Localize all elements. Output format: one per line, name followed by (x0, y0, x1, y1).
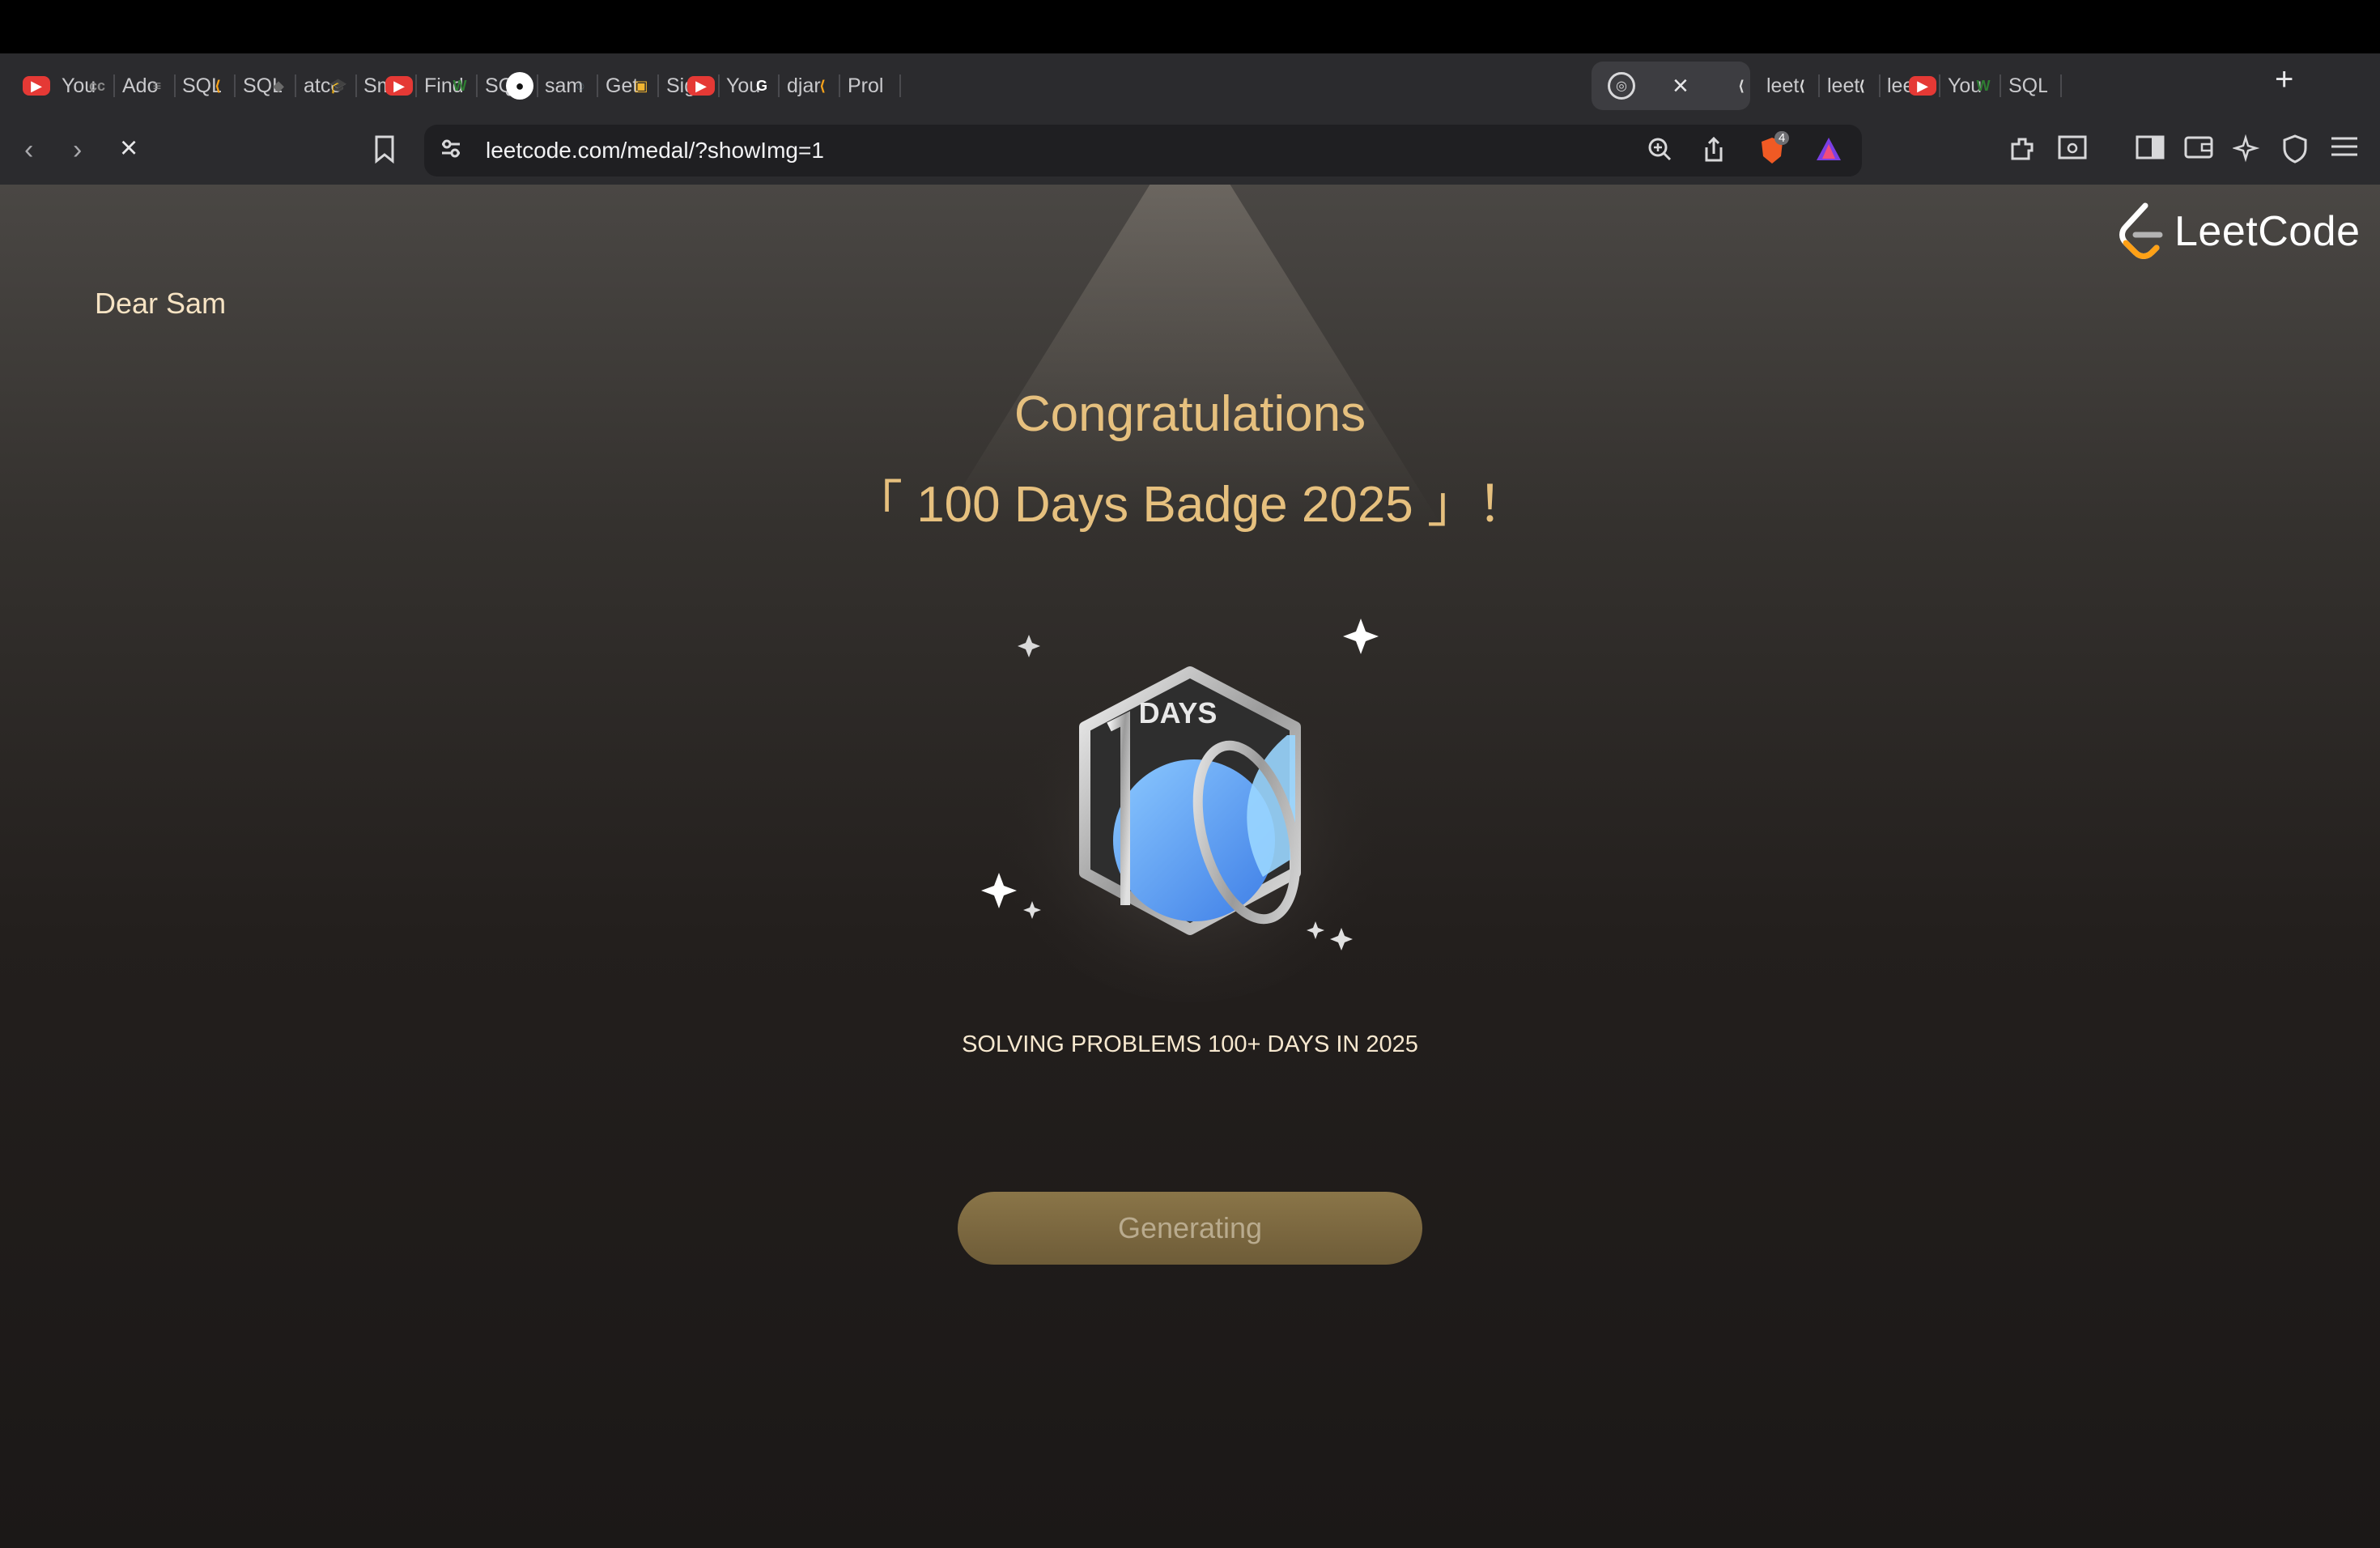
youtube-icon: ▶ (687, 76, 715, 96)
vpn-shield-icon[interactable] (2281, 134, 2309, 171)
youtube-icon: ▶ (385, 76, 413, 96)
address-bar[interactable]: leetcode.com/medal/?showImg=1 4 (424, 125, 1862, 176)
close-tab-icon[interactable]: × (1672, 70, 1689, 102)
cc-icon: cc (88, 77, 106, 94)
leetcode-logo-icon (2119, 202, 2163, 259)
browser-tab[interactable]: W SQL (1970, 62, 2048, 110)
greeting: Dear Sam (95, 287, 227, 320)
badge-image: DAYS (971, 589, 1409, 1010)
tab-strip: ▶ You cc Ado ≡ SQL ⟨ SQL ◆ atco 🎓 Smo ▶ Find W SQL ● sam ◌… (0, 53, 2380, 118)
logo-text: LeetCode (2174, 208, 2361, 255)
graduation-icon: 🎓 (329, 77, 348, 94)
sidebar-icon[interactable] (2136, 134, 2165, 168)
tab-title: SQL (2008, 74, 2047, 97)
back-icon[interactable]: ‹ (24, 134, 33, 166)
generating-button[interactable]: Generating (958, 1192, 1422, 1265)
brave-rewards-icon[interactable] (1815, 136, 1842, 168)
youtube-icon: ▶ (1909, 76, 1936, 96)
leetcode-logo[interactable]: LeetCode (2116, 202, 2361, 261)
shield-count-badge: 4 (1774, 131, 1790, 145)
window-top-bar (0, 0, 2380, 53)
circle-icon: ◌ (576, 77, 585, 94)
github-icon: ● (506, 72, 533, 100)
site-settings-icon[interactable] (439, 136, 463, 167)
badge-title: 「 100 Days Badge 2025 」！ (852, 477, 1528, 533)
atcoder-icon: ◆ (273, 77, 284, 94)
tab-active[interactable]: ◎ × (1592, 62, 1750, 110)
tab-title: Prol (848, 74, 884, 97)
forward-icon[interactable]: › (73, 134, 82, 166)
leetcode-icon: ⟨ (1798, 77, 1806, 94)
leetcode-icon: ⟨ (1737, 77, 1745, 94)
stop-loading-icon[interactable]: × (120, 131, 138, 166)
url-text[interactable]: leetcode.com/medal/?showImg=1 (486, 138, 824, 164)
spinner-icon: ◎ (1608, 72, 1635, 100)
browser-toolbar: ‹ › × leetcode.com/medal/?showImg=1 4 (0, 118, 2380, 186)
medal-page: LeetCode Dear Sam Congratulations 「 100 … (0, 185, 2380, 1548)
share-icon[interactable] (1702, 136, 1726, 170)
badge-description: SOLVING PROBLEMS 100+ DAYS IN 2025 (962, 1031, 1418, 1057)
tab-separator (899, 74, 901, 97)
leo-ai-icon[interactable] (2231, 134, 2262, 171)
leetcode-icon: ⟨ (1858, 77, 1866, 94)
extensions-icon[interactable] (2008, 134, 2037, 171)
new-tab-button[interactable]: + (2275, 62, 2293, 98)
page-search-icon[interactable] (2058, 134, 2087, 168)
menu-icon[interactable] (2330, 134, 2359, 166)
w-icon: W (453, 77, 467, 94)
tab-separator (2060, 74, 2062, 97)
google-icon: G (755, 77, 767, 94)
badge-days-label: DAYS (1139, 696, 1218, 729)
wallet-icon[interactable] (2184, 134, 2213, 168)
zoom-icon[interactable] (1647, 136, 1672, 168)
leetcode-icon: ⟨ (818, 77, 827, 94)
youtube-icon: ▶ (23, 76, 50, 96)
sql-icon: ≡ (152, 77, 162, 94)
bookmark-icon[interactable] (372, 134, 397, 171)
w-icon: W (1976, 77, 1991, 94)
congrats-heading: Congratulations (1014, 386, 1366, 442)
box-icon: ▣ (634, 77, 648, 94)
brave-shield-icon[interactable]: 4 (1758, 131, 1790, 172)
leetcode-icon: ⟨ (214, 77, 222, 94)
browser-tab[interactable]: ⟨ Prol (809, 62, 886, 110)
